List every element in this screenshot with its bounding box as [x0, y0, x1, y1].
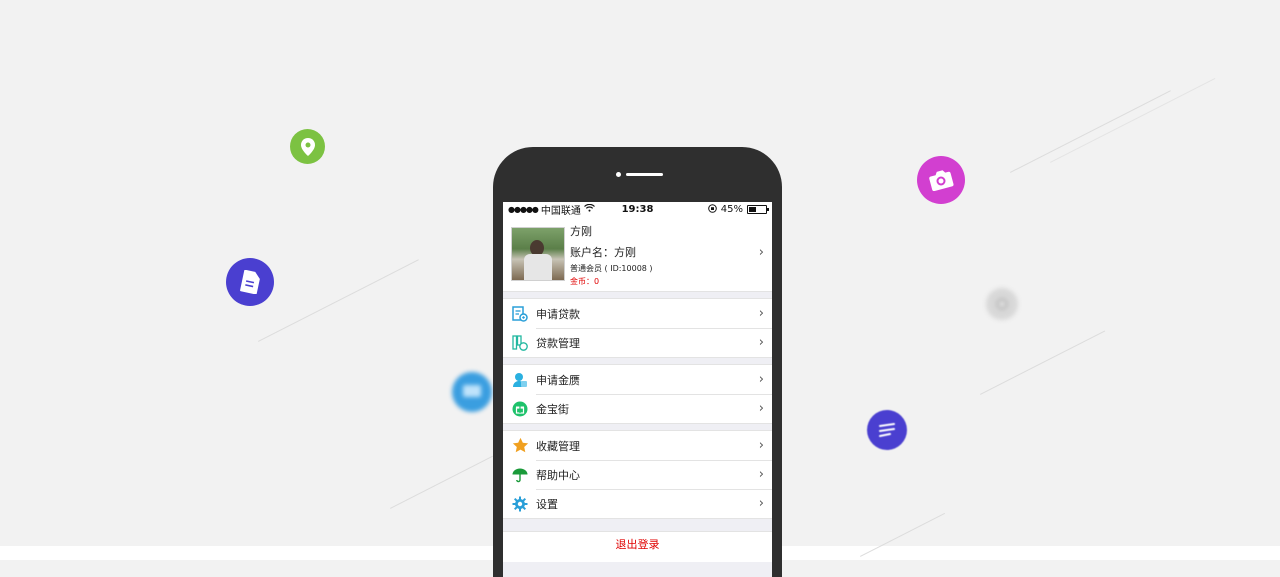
camera-icon	[917, 156, 965, 204]
carrier-name: 中国联通	[540, 206, 581, 217]
battery-icon	[747, 205, 769, 214]
menu-group: 申请金赝 › 金宝街 ›	[503, 364, 772, 424]
menu-item[interactable]: 申请金赝 ›	[503, 365, 772, 394]
apply-loan-icon	[511, 305, 529, 323]
signal-strength-icon: ●●●●●	[508, 205, 539, 214]
location-pin-icon	[290, 129, 325, 164]
avatar-body	[524, 254, 552, 280]
chevron-right-icon: ›	[758, 438, 764, 453]
menu-item[interactable]: 金宝街 ›	[503, 394, 772, 423]
chevron-right-icon: ›	[758, 335, 764, 350]
decor-line	[258, 259, 419, 342]
menu-item[interactable]: 设置 ›	[503, 489, 772, 518]
umbrella-icon	[511, 466, 529, 484]
profile-name: 方刚	[570, 225, 592, 238]
chevron-right-icon: ›	[758, 496, 764, 511]
decor-line	[390, 455, 493, 509]
menu-item-label: 收藏管理	[536, 439, 580, 453]
star-icon	[511, 437, 529, 455]
avatar[interactable]	[511, 227, 565, 281]
menu-item-label: 帮助中心	[536, 468, 580, 482]
decor-line	[1050, 78, 1216, 163]
loan-management-icon	[511, 334, 529, 352]
phone-screen: ●●●●● 中国联通 19:38 45% 方刚 账户名：方刚 普通会员 (ID…	[503, 202, 772, 577]
menu-item-label: 设置	[536, 497, 558, 511]
earpiece-speaker	[626, 173, 663, 176]
gift-icon	[511, 400, 529, 418]
menu-list: 申请贷款 › 贷款管理 › 申请金赝 › 金宝街 › 收藏管理 › 帮助中心 › 设置 ›	[503, 298, 772, 519]
document-icon	[226, 258, 274, 306]
profile-membership: 普通会员 ( ID:10008 )	[570, 264, 653, 273]
chevron-right-icon: ›	[758, 467, 764, 482]
menu-item[interactable]: 贷款管理 ›	[503, 328, 772, 357]
profile-card[interactable]: 方刚 账户名：方刚 普通会员 ( ID:10008 ) 金币：0 ›	[503, 217, 772, 292]
orientation-lock-icon	[707, 203, 717, 216]
menu-group: 申请贷款 › 贷款管理 ›	[503, 298, 772, 358]
profile-account: 账户名：方刚	[570, 246, 636, 259]
menu-item[interactable]: 帮助中心 ›	[503, 460, 772, 489]
chevron-right-icon: ›	[758, 372, 764, 387]
decor-line	[1010, 90, 1171, 173]
chevron-right-icon: ›	[758, 401, 764, 416]
front-camera	[616, 172, 621, 177]
circle-icon	[986, 288, 1018, 320]
wifi-icon	[583, 203, 595, 215]
profile-coins: 金币：0	[570, 277, 600, 286]
menu-item-label: 金宝街	[536, 402, 569, 416]
menu-item-label: 申请金赝	[536, 373, 580, 387]
decor-line	[980, 330, 1106, 395]
chat-bubble-icon	[452, 372, 492, 412]
chevron-right-icon: ›	[758, 306, 764, 321]
logout-button[interactable]: 退出登录	[503, 531, 772, 562]
status-bar: ●●●●● 中国联通 19:38 45%	[503, 202, 772, 217]
menu-item-label: 贷款管理	[536, 336, 580, 350]
chevron-right-icon: ›	[758, 245, 764, 260]
menu-group: 收藏管理 › 帮助中心 › 设置 ›	[503, 430, 772, 519]
battery-level	[749, 207, 757, 212]
menu-item[interactable]: 收藏管理 ›	[503, 431, 772, 460]
menu-item[interactable]: 申请贷款 ›	[503, 299, 772, 328]
phone-frame: ●●●●● 中国联通 19:38 45% 方刚 账户名：方刚 普通会员 (ID…	[493, 147, 782, 577]
battery-percent: 45%	[720, 204, 743, 215]
gear-icon	[511, 495, 529, 513]
menu-item-label: 申请贷款	[536, 307, 580, 321]
list-icon	[867, 410, 907, 450]
apply-gold-icon	[511, 371, 529, 389]
